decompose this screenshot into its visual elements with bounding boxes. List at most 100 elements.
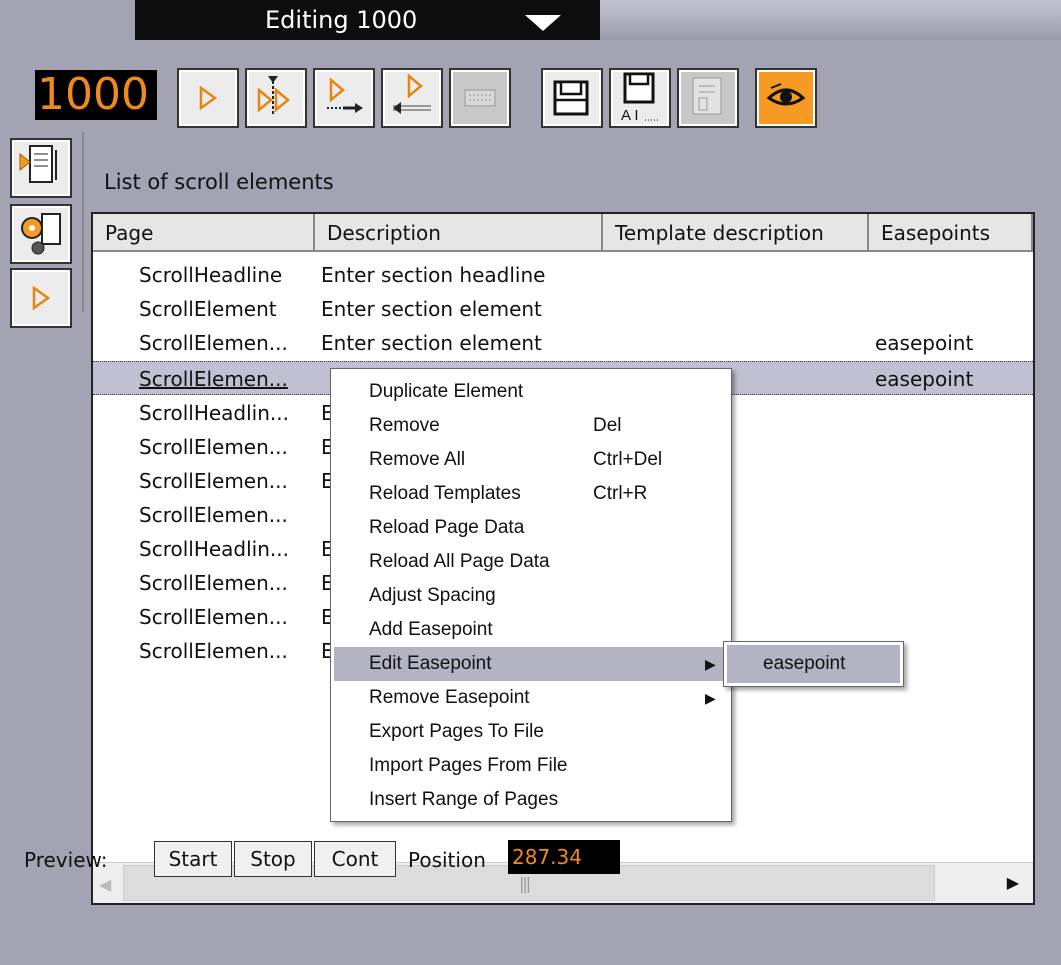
row-description: Enter section element xyxy=(321,297,542,321)
column-header-description[interactable]: Description xyxy=(315,214,603,252)
menu-item-reload-all-page-data[interactable]: Reload All Page Data xyxy=(331,545,731,579)
row-page: ScrollElemen... xyxy=(139,367,288,391)
window-title: Editing 1000 xyxy=(265,6,418,34)
menu-item-label: Reload Templates xyxy=(369,483,521,504)
menu-item-shortcut: Ctrl+R xyxy=(593,483,648,504)
submenu-item-label: easepoint xyxy=(763,653,846,674)
play-icon xyxy=(199,85,218,111)
row-page: ScrollElemen... xyxy=(139,435,288,459)
continue-button[interactable] xyxy=(245,68,307,128)
template-icon xyxy=(692,77,722,115)
column-header-template-description[interactable]: Template description xyxy=(603,214,869,252)
take-previous-button[interactable] xyxy=(381,68,443,128)
position-label: Position xyxy=(408,848,486,872)
row-page: ScrollElemen... xyxy=(139,571,288,595)
row-easepoint: easepoint xyxy=(875,331,974,355)
scroll-right-arrow-icon[interactable]: ▶ xyxy=(1007,873,1019,892)
menu-item-remove-all[interactable]: Remove All Ctrl+Del xyxy=(331,443,731,477)
preview-button[interactable] xyxy=(755,68,817,128)
row-description: Enter section headline xyxy=(321,263,546,287)
template-button[interactable] xyxy=(677,68,739,128)
menu-item-shortcut: Del xyxy=(593,415,622,436)
title-bar[interactable]: Editing 1000 xyxy=(135,0,600,40)
menu-item-label: Reload All Page Data xyxy=(369,551,550,572)
save-icon xyxy=(553,80,589,116)
table-row[interactable]: ScrollElement Enter section element xyxy=(93,292,1033,326)
table-row[interactable]: ScrollHeadline Enter section headline xyxy=(93,258,1033,292)
take-previous-icon xyxy=(393,73,431,114)
menu-item-reload-page-data[interactable]: Reload Page Data xyxy=(331,511,731,545)
row-page: ScrollHeadlin... xyxy=(139,401,289,425)
dropdown-arrow-icon[interactable] xyxy=(525,15,561,31)
scroll-list-icon xyxy=(19,145,57,183)
preview-stop-button[interactable]: Stop xyxy=(234,841,312,877)
menu-item-add-easepoint[interactable]: Add Easepoint xyxy=(331,613,731,647)
save-as-button[interactable]: A I xyxy=(609,68,671,128)
menu-item-label: Export Pages To File xyxy=(369,721,544,742)
menu-item-adjust-spacing[interactable]: Adjust Spacing xyxy=(331,579,731,613)
menu-item-label: Import Pages From File xyxy=(369,755,568,776)
play-icon xyxy=(32,285,51,311)
menu-item-label: Duplicate Element xyxy=(369,381,524,402)
take-next-icon xyxy=(327,77,363,113)
menu-item-label: Edit Easepoint xyxy=(369,653,492,674)
side-play-button[interactable] xyxy=(10,268,72,328)
scrollbar-grip-icon: ||| xyxy=(519,874,531,893)
side-panel xyxy=(0,132,84,328)
menu-item-remove[interactable]: Remove Del xyxy=(331,409,731,443)
submenu-arrow-icon: ▶ xyxy=(705,690,716,706)
scroll-list-button[interactable] xyxy=(10,138,72,198)
row-easepoint: easepoint xyxy=(875,367,974,391)
preview-label: Preview: xyxy=(24,848,108,872)
menu-item-label: Add Easepoint xyxy=(369,619,493,640)
settings-gear-icon xyxy=(21,213,61,255)
submenu-item-easepoint[interactable]: easepoint xyxy=(727,645,900,683)
row-description: Enter section element xyxy=(321,331,542,355)
menu-item-label: Remove All xyxy=(369,449,466,470)
preview-start-button[interactable]: Start xyxy=(154,841,232,877)
preview-eye-icon xyxy=(766,83,806,106)
column-header-easepoints[interactable]: Easepoints xyxy=(869,214,1033,252)
menu-item-reload-templates[interactable]: Reload Templates Ctrl+R xyxy=(331,477,731,511)
menu-item-remove-easepoint[interactable]: Remove Easepoint ▶ xyxy=(331,681,731,715)
title-bar-right xyxy=(600,0,1061,40)
row-page: ScrollElemen... xyxy=(139,639,288,663)
row-page: ScrollElemen... xyxy=(139,331,288,355)
menu-item-insert-range[interactable]: Insert Range of Pages xyxy=(331,783,731,817)
row-page: ScrollHeadline xyxy=(139,263,283,287)
menu-item-edit-easepoint[interactable]: Edit Easepoint ▶ xyxy=(334,647,728,681)
play-button[interactable] xyxy=(177,68,239,128)
submenu-arrow-icon: ▶ xyxy=(705,656,716,672)
take-next-button[interactable] xyxy=(313,68,375,128)
menu-item-export-pages[interactable]: Export Pages To File xyxy=(331,715,731,749)
column-header-page[interactable]: Page xyxy=(93,214,315,252)
page-number-display: 1000 xyxy=(35,70,157,120)
save-button[interactable] xyxy=(541,68,603,128)
title-bar-left xyxy=(0,0,135,40)
settings-button[interactable] xyxy=(10,204,72,264)
menu-item-label: Remove Easepoint xyxy=(369,687,530,708)
preview-cont-button[interactable]: Cont xyxy=(314,841,396,877)
menu-item-label: Adjust Spacing xyxy=(369,585,496,606)
continue-icon xyxy=(257,76,290,114)
row-page: ScrollElemen... xyxy=(139,605,288,629)
menu-item-import-pages[interactable]: Import Pages From File xyxy=(331,749,731,783)
menu-item-label: Insert Range of Pages xyxy=(369,789,559,810)
context-menu: Duplicate Element Remove Del Remove All Ct… xyxy=(330,368,732,822)
row-page: ScrollHeadlin... xyxy=(139,537,289,561)
row-page: ScrollElemen... xyxy=(139,503,288,527)
keyboard-icon xyxy=(464,89,496,107)
list-title: List of scroll elements xyxy=(104,170,334,194)
row-page: ScrollElemen... xyxy=(139,469,288,493)
position-value: 287.34 xyxy=(508,840,620,874)
row-page: ScrollElement xyxy=(139,297,277,321)
keyboard-button[interactable] xyxy=(449,68,511,128)
menu-item-label: Remove xyxy=(369,415,440,436)
table-row[interactable]: ScrollElemen... Enter section element ea… xyxy=(93,326,1033,360)
save-as-icon: A I xyxy=(621,72,659,124)
menu-item-duplicate-element[interactable]: Duplicate Element xyxy=(331,375,731,409)
svg-text:A I: A I xyxy=(621,107,639,124)
scroll-left-arrow-icon[interactable]: ◀ xyxy=(99,875,111,894)
menu-item-label: Reload Page Data xyxy=(369,517,525,538)
easepoint-submenu: easepoint xyxy=(723,641,904,687)
